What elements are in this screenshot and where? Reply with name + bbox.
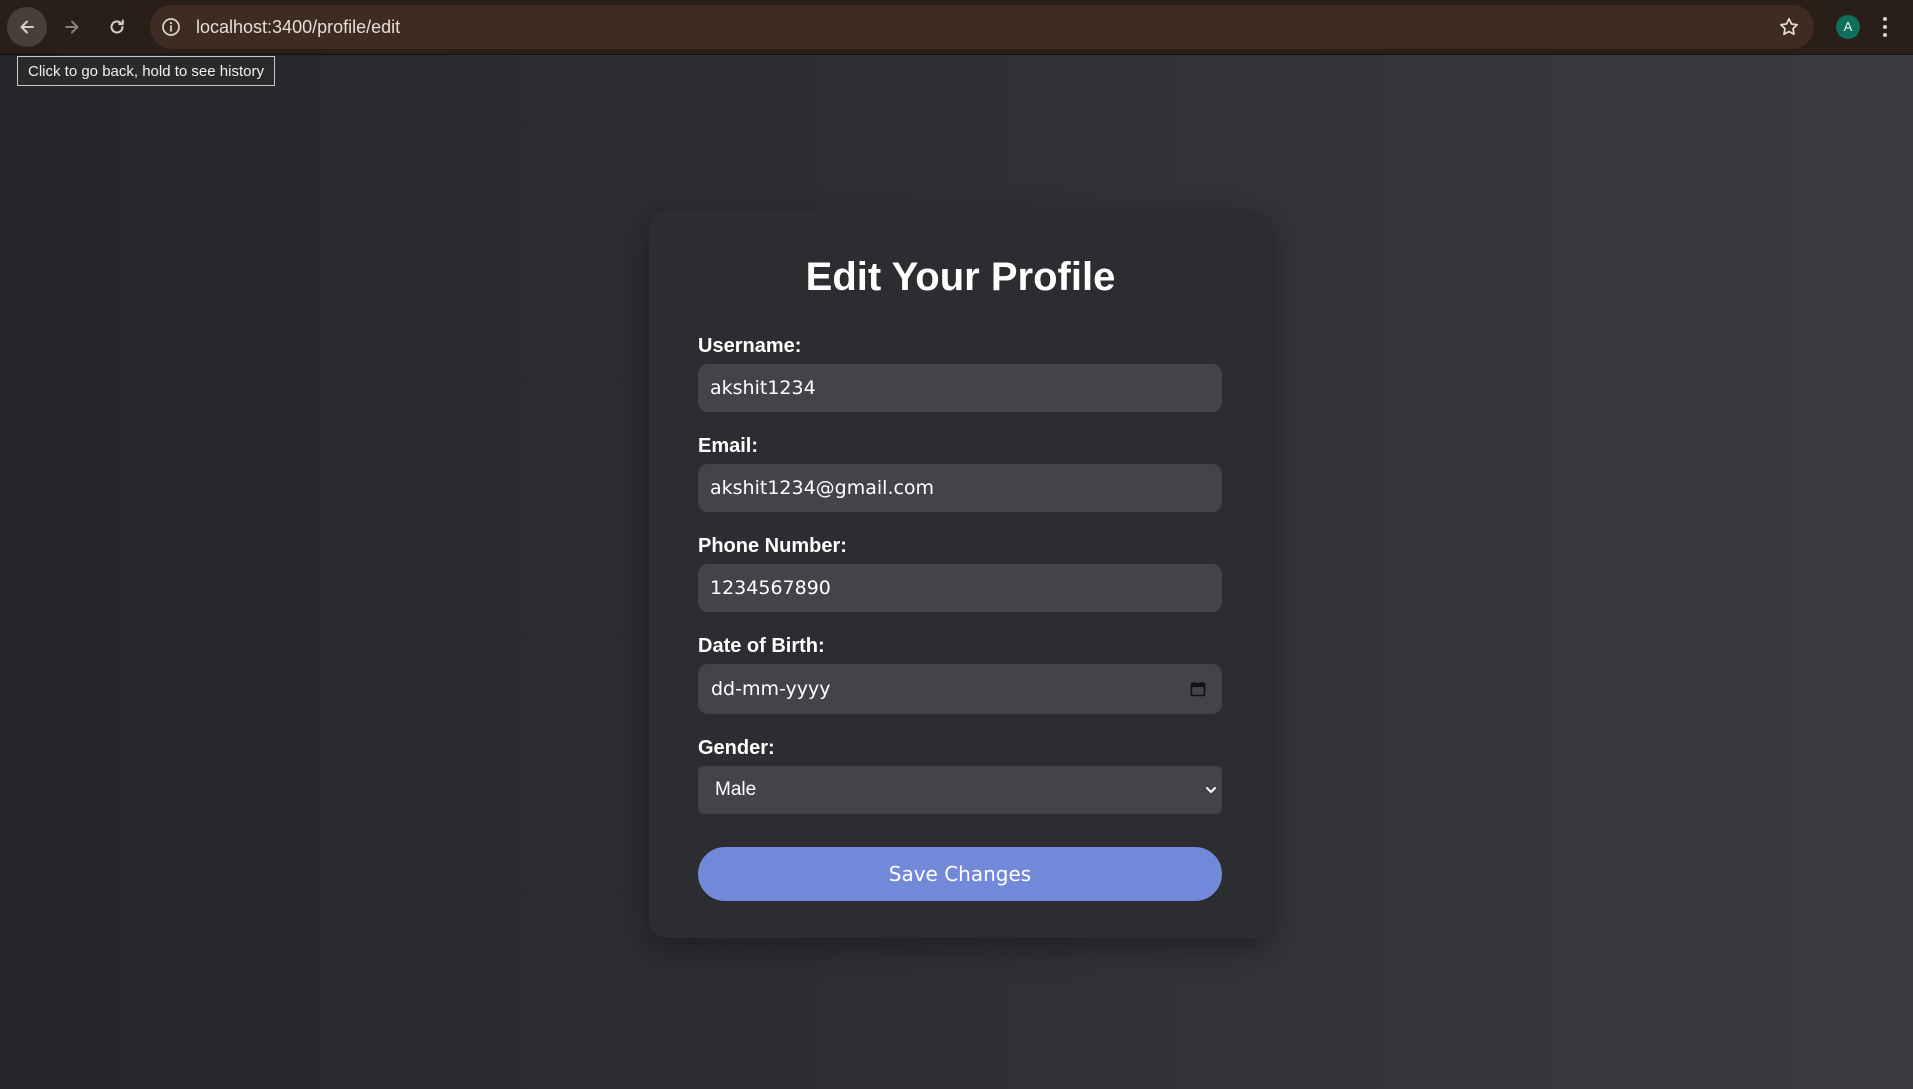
phone-label: Phone Number: bbox=[698, 535, 847, 557]
username-input[interactable] bbox=[698, 364, 1222, 412]
arrow-left-icon bbox=[20, 20, 34, 34]
email-input[interactable] bbox=[698, 464, 1222, 512]
edit-profile-card: Edit Your Profile Username: Email: Phone… bbox=[649, 210, 1272, 938]
kebab-menu-icon[interactable] bbox=[1882, 15, 1888, 39]
info-icon[interactable] bbox=[160, 16, 182, 38]
gender-select[interactable]: Male bbox=[698, 766, 1222, 814]
address-bar[interactable]: localhost:3400/profile/edit bbox=[150, 5, 1814, 49]
page-title: Edit Your Profile bbox=[805, 255, 1116, 299]
dob-label: Date of Birth: bbox=[698, 635, 825, 657]
chevron-down-icon bbox=[1206, 787, 1216, 793]
profile-avatar[interactable]: A bbox=[1836, 15, 1860, 39]
phone-input[interactable] bbox=[698, 564, 1222, 612]
star-icon[interactable] bbox=[1778, 16, 1800, 38]
reload-button[interactable] bbox=[97, 7, 137, 47]
dob-placeholder: dd-mm-yyyy bbox=[711, 678, 831, 700]
save-changes-button[interactable]: Save Changes bbox=[698, 847, 1222, 901]
arrow-right-icon bbox=[65, 20, 79, 34]
forward-button[interactable] bbox=[52, 7, 92, 47]
username-label: Username: bbox=[698, 335, 802, 357]
url-text[interactable]: localhost:3400/profile/edit bbox=[196, 5, 400, 49]
calendar-icon[interactable] bbox=[1190, 681, 1206, 697]
gender-label: Gender: bbox=[698, 737, 775, 759]
back-button[interactable] bbox=[7, 7, 47, 47]
browser-toolbar: localhost:3400/profile/edit A bbox=[0, 0, 1913, 55]
email-label: Email: bbox=[698, 435, 759, 457]
dob-input[interactable]: dd-mm-yyyy bbox=[698, 664, 1222, 714]
reload-icon bbox=[110, 19, 124, 34]
gender-selected-value: Male bbox=[715, 779, 757, 800]
back-button-tooltip: Click to go back, hold to see history bbox=[17, 56, 275, 86]
